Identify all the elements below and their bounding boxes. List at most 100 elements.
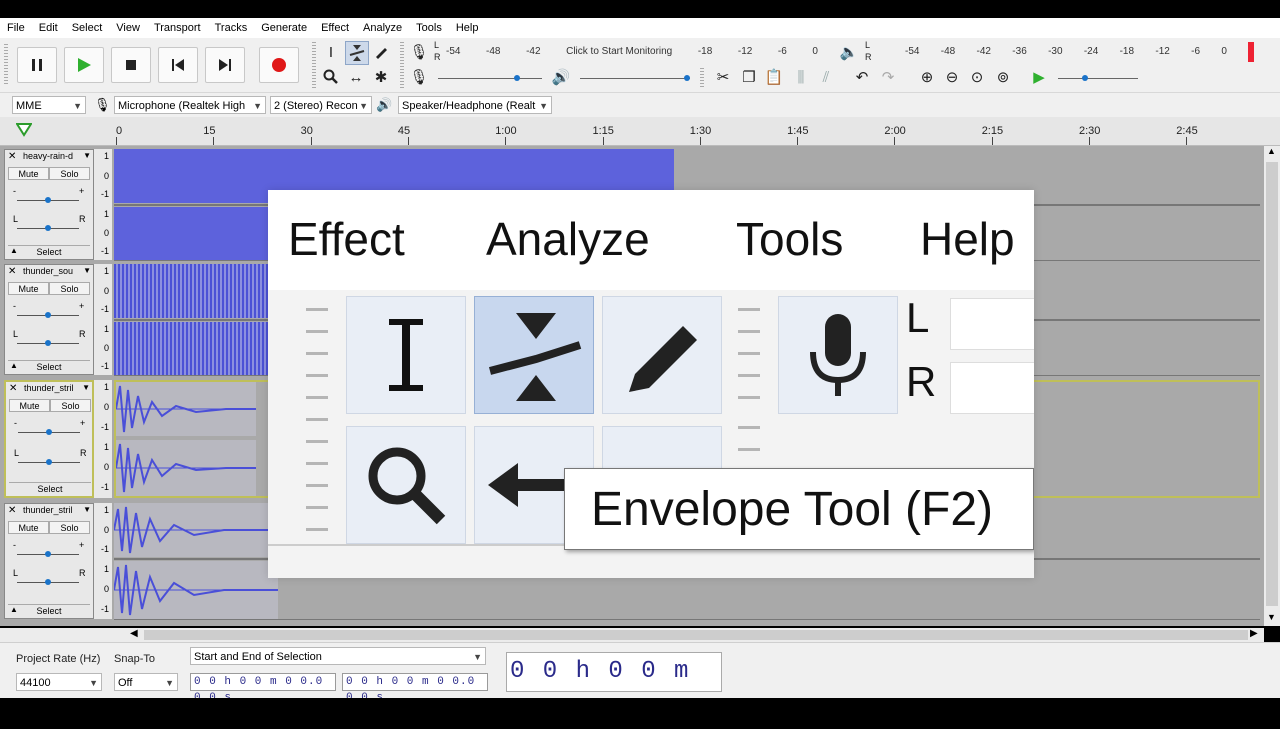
menu-tracks[interactable]: Tracks <box>208 22 255 34</box>
scroll-up-icon[interactable]: ▲ <box>1267 146 1276 156</box>
time-shift-tool[interactable]: ↔ <box>345 66 367 88</box>
play-head-icon[interactable] <box>16 123 32 137</box>
scroll-down-icon[interactable]: ▼ <box>1267 612 1276 622</box>
close-icon[interactable]: ✕ <box>8 505 16 516</box>
play-at-speed-button[interactable]: ▶ <box>1028 66 1050 88</box>
vertical-scale[interactable]: 1 0 -1 1 0 -1 <box>94 380 112 498</box>
scrollbar-thumb[interactable] <box>1266 162 1278 606</box>
meter-grip[interactable] <box>400 42 404 88</box>
timeline-ruler[interactable]: 0 15 30 45 1:00 1:15 1:30 1:45 2:00 2:15 2:30 2:45 <box>0 117 1280 146</box>
pan-slider[interactable] <box>17 340 79 346</box>
gain-slider[interactable] <box>18 429 80 435</box>
vertical-scrollbar[interactable]: ▲ ▼ <box>1264 146 1280 626</box>
project-rate-select[interactable]: 44100 ▼ <box>16 673 102 691</box>
record-button[interactable] <box>259 47 299 83</box>
slider-thumb[interactable] <box>46 429 52 435</box>
gain-slider[interactable] <box>17 551 79 557</box>
fit-project-button[interactable]: ⊚ <box>992 66 1014 88</box>
redo-button[interactable]: ↷ <box>877 66 899 88</box>
vertical-scale[interactable]: 1 0 -1 1 0 -1 <box>94 264 112 375</box>
selection-mode-select[interactable]: Start and End of Selection ▼ <box>190 647 486 665</box>
trim-button[interactable]: ⫼ <box>790 66 812 88</box>
zoomed-menu-help[interactable]: Help <box>920 212 1015 266</box>
vertical-scale[interactable]: 1 0 -1 1 0 -1 <box>94 149 112 260</box>
audio-host-select[interactable]: MME ▼ <box>12 96 86 114</box>
slider-thumb[interactable] <box>684 75 690 81</box>
record-meter[interactable]: -54 -48 -42 Click to Start Monitoring -1… <box>446 43 818 63</box>
zoomed-grip[interactable] <box>738 426 760 466</box>
solo-button[interactable]: Solo <box>50 399 91 412</box>
paste-button[interactable]: 📋 <box>763 66 785 88</box>
slider-thumb[interactable] <box>45 312 51 318</box>
slider-thumb[interactable] <box>45 579 51 585</box>
menu-edit[interactable]: Edit <box>32 22 65 34</box>
menu-tools[interactable]: Tools <box>409 22 449 34</box>
fit-selection-button[interactable]: ⊙ <box>966 66 988 88</box>
solo-button[interactable]: Solo <box>49 282 90 295</box>
stop-button[interactable] <box>111 47 151 83</box>
select-track-button[interactable]: Select <box>9 482 91 495</box>
tools-grip[interactable] <box>312 42 316 88</box>
menu-generate[interactable]: Generate <box>254 22 314 34</box>
zoomed-mic-button[interactable] <box>778 296 898 414</box>
close-icon[interactable]: ✕ <box>8 151 16 162</box>
waveform-clip[interactable] <box>116 382 256 436</box>
pan-slider[interactable] <box>18 459 80 465</box>
silence-button[interactable]: ⫽ <box>815 66 837 88</box>
zoom-out-button[interactable]: ⊖ <box>941 66 963 88</box>
menu-file[interactable]: File <box>0 22 32 34</box>
playback-device-select[interactable]: Speaker/Headphone (Realt ▼ <box>398 96 552 114</box>
waveform-clip[interactable] <box>114 561 278 619</box>
play-meter-speaker[interactable]: 🔈 <box>838 41 860 63</box>
slider-thumb[interactable] <box>45 197 51 203</box>
edit-grip[interactable] <box>700 68 704 88</box>
mute-button[interactable]: Mute <box>9 399 50 412</box>
play-button[interactable] <box>64 47 104 83</box>
record-meter-mic[interactable]: 🎙 <box>408 41 430 63</box>
envelope-tool[interactable] <box>345 41 369 65</box>
snap-to-select[interactable]: Off ▼ <box>114 673 178 691</box>
play-at-speed-slider[interactable] <box>1058 75 1138 81</box>
slider-thumb[interactable] <box>45 340 51 346</box>
zoomed-zoom-tool[interactable] <box>346 426 466 544</box>
pause-button[interactable] <box>17 47 57 83</box>
chevron-down-icon[interactable]: ▼ <box>82 383 90 392</box>
waveform-clip[interactable] <box>116 440 256 496</box>
menu-effect[interactable]: Effect <box>314 22 356 34</box>
select-track-button[interactable]: Select <box>8 360 90 373</box>
recording-device-select[interactable]: Microphone (Realtek High ▼ <box>114 96 266 114</box>
select-track-button[interactable]: Select <box>8 604 90 617</box>
pan-slider[interactable] <box>17 579 79 585</box>
menu-select[interactable]: Select <box>65 22 110 34</box>
solo-button[interactable]: Solo <box>49 521 90 534</box>
toolbar-grip[interactable] <box>4 44 8 84</box>
menu-transport[interactable]: Transport <box>147 22 208 34</box>
undo-button[interactable]: ↶ <box>851 66 873 88</box>
chevron-down-icon[interactable]: ▼ <box>83 151 91 160</box>
close-icon[interactable]: ✕ <box>8 266 16 277</box>
scroll-left-icon[interactable]: ◀ <box>130 628 138 639</box>
recording-channels-select[interactable]: 2 (Stereo) Recon ▼ <box>270 96 372 114</box>
selection-start-time[interactable]: 0 0 h 0 0 m 0 0.0 0 0 s <box>190 673 336 704</box>
menu-view[interactable]: View <box>109 22 147 34</box>
multi-tool[interactable]: ✱ <box>370 66 392 88</box>
playback-volume-slider[interactable] <box>580 75 690 81</box>
slider-thumb[interactable] <box>45 551 51 557</box>
slider-thumb[interactable] <box>514 75 520 81</box>
chevron-down-icon[interactable]: ▼ <box>83 505 91 514</box>
mute-button[interactable]: Mute <box>8 167 49 180</box>
gain-slider[interactable] <box>17 197 79 203</box>
cut-button[interactable]: ✂ <box>712 66 734 88</box>
menu-analyze[interactable]: Analyze <box>356 22 409 34</box>
menu-help[interactable]: Help <box>449 22 486 34</box>
slider-thumb[interactable] <box>1082 75 1088 81</box>
selection-end-time[interactable]: 0 0 h 0 0 m 0 0.0 0 0 s <box>342 673 488 704</box>
copy-button[interactable]: ❐ <box>738 66 760 88</box>
zoomed-draw-tool[interactable] <box>602 296 722 414</box>
zoomed-grip[interactable] <box>306 308 328 538</box>
zoomed-grip[interactable] <box>738 308 760 418</box>
horizontal-scrollbar[interactable]: ◀ ▶ <box>0 628 1264 642</box>
skip-to-end-button[interactable] <box>205 47 245 83</box>
scrollbar-thumb[interactable] <box>144 630 1248 640</box>
slider-thumb[interactable] <box>46 459 52 465</box>
